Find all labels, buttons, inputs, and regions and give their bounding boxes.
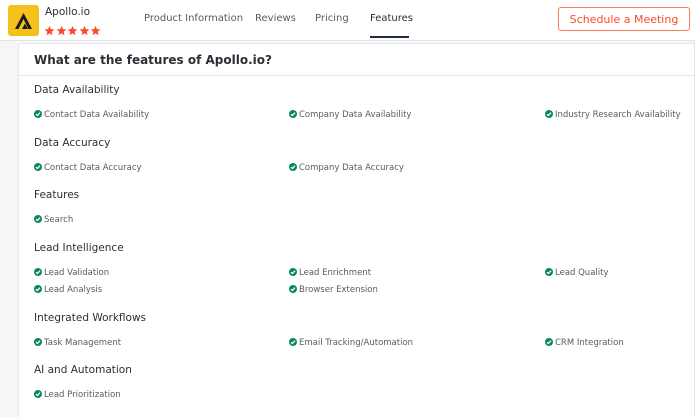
feature-item: Company Data Availability — [289, 110, 411, 120]
tab-pricing[interactable]: Pricing — [315, 13, 349, 24]
section-title-integrated-workflows: Integrated Workflows — [34, 312, 147, 324]
active-tab-indicator — [370, 36, 409, 38]
section-title-data-accuracy: Data Accuracy — [34, 137, 111, 149]
check-circle-icon — [545, 110, 553, 118]
check-circle-icon — [289, 285, 297, 293]
features-card: What are the features of Apollo.io? Data… — [18, 43, 695, 417]
section-title-data-availability: Data Availability — [34, 84, 120, 96]
schedule-meeting-button[interactable]: Schedule a Meeting — [558, 7, 690, 31]
rating-stars — [44, 21, 102, 36]
feature-item: Email Tracking/Automation — [289, 338, 413, 348]
feature-item: Lead Prioritization — [34, 390, 121, 400]
check-circle-icon — [34, 110, 42, 118]
check-circle-icon — [34, 163, 42, 171]
star-icon — [44, 21, 55, 36]
check-circle-icon — [34, 338, 42, 346]
check-circle-icon — [545, 338, 553, 346]
feature-item: Contact Data Availability — [34, 110, 149, 120]
star-icon — [56, 21, 67, 36]
tab-features[interactable]: Features — [370, 13, 413, 24]
feature-item: Task Management — [34, 338, 121, 348]
check-circle-icon — [289, 268, 297, 276]
section-title-ai-and-automation: AI and Automation — [34, 364, 132, 376]
section-title-features: Features — [34, 189, 80, 201]
check-circle-icon — [289, 338, 297, 346]
check-circle-icon — [545, 268, 553, 276]
section-title-lead-intelligence: Lead Intelligence — [34, 242, 124, 254]
check-circle-icon — [34, 268, 42, 276]
card-title: What are the features of Apollo.io? — [34, 53, 272, 67]
feature-item: Company Data Accuracy — [289, 163, 404, 173]
feature-item: Lead Validation — [34, 268, 109, 278]
tab-product-information[interactable]: Product Information — [144, 13, 243, 24]
top-bar: Apollo.io Product Information Reviews Pr… — [0, 0, 695, 41]
star-icon — [67, 21, 78, 36]
feature-item: Contact Data Accuracy — [34, 163, 142, 173]
check-circle-icon — [34, 390, 42, 398]
product-name[interactable]: Apollo.io — [45, 6, 90, 18]
feature-item: Search — [34, 215, 73, 225]
check-circle-icon — [289, 110, 297, 118]
feature-item: CRM Integration — [545, 338, 624, 348]
star-icon — [90, 21, 101, 36]
feature-item: Lead Analysis — [34, 285, 102, 295]
check-circle-icon — [289, 163, 297, 171]
feature-item: Industry Research Availability — [545, 110, 681, 120]
divider — [19, 75, 695, 76]
feature-item: Lead Quality — [545, 268, 609, 278]
check-circle-icon — [34, 285, 42, 293]
star-icon — [79, 21, 90, 36]
check-circle-icon — [34, 215, 42, 223]
apollo-logo-icon[interactable] — [8, 5, 39, 36]
feature-item: Browser Extension — [289, 285, 378, 295]
tab-reviews[interactable]: Reviews — [255, 13, 296, 24]
feature-item: Lead Enrichment — [289, 268, 371, 278]
